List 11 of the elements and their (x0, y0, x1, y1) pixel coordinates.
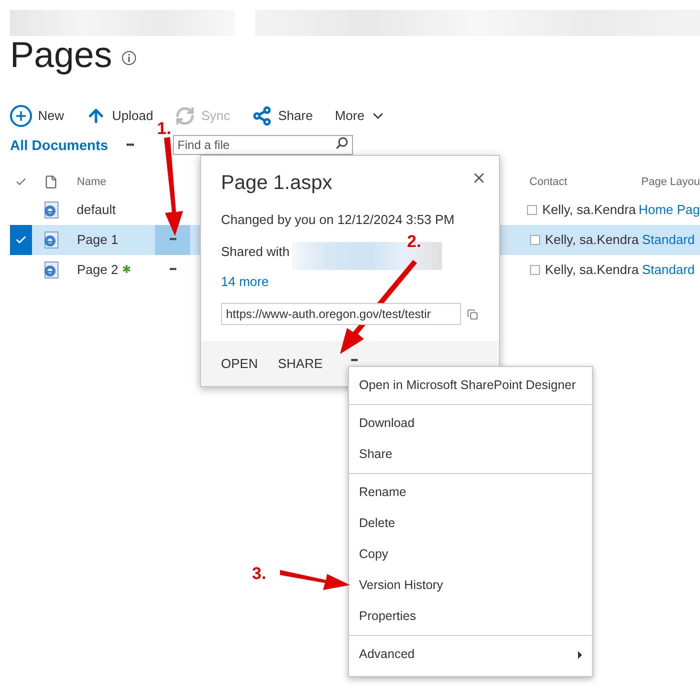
step-label: 2. (407, 231, 422, 253)
shared-label: Shared with (221, 242, 290, 260)
page-title: Pages (10, 36, 112, 74)
step-label: 3. (252, 563, 266, 585)
table-cell-text: Kelly, sa.Kendra (545, 231, 639, 250)
step-label: 1. (157, 118, 172, 140)
modified-info: Changed by you on 12/12/2024 3:53 PM (221, 211, 456, 229)
table-cell-text: Kelly, sa.Kendra (542, 201, 636, 220)
new-item-icon: ✱ (122, 264, 132, 276)
callout-title: Page 1.aspx (221, 171, 332, 196)
table-cell-text: Kelly, sa.Kendra (545, 261, 639, 280)
